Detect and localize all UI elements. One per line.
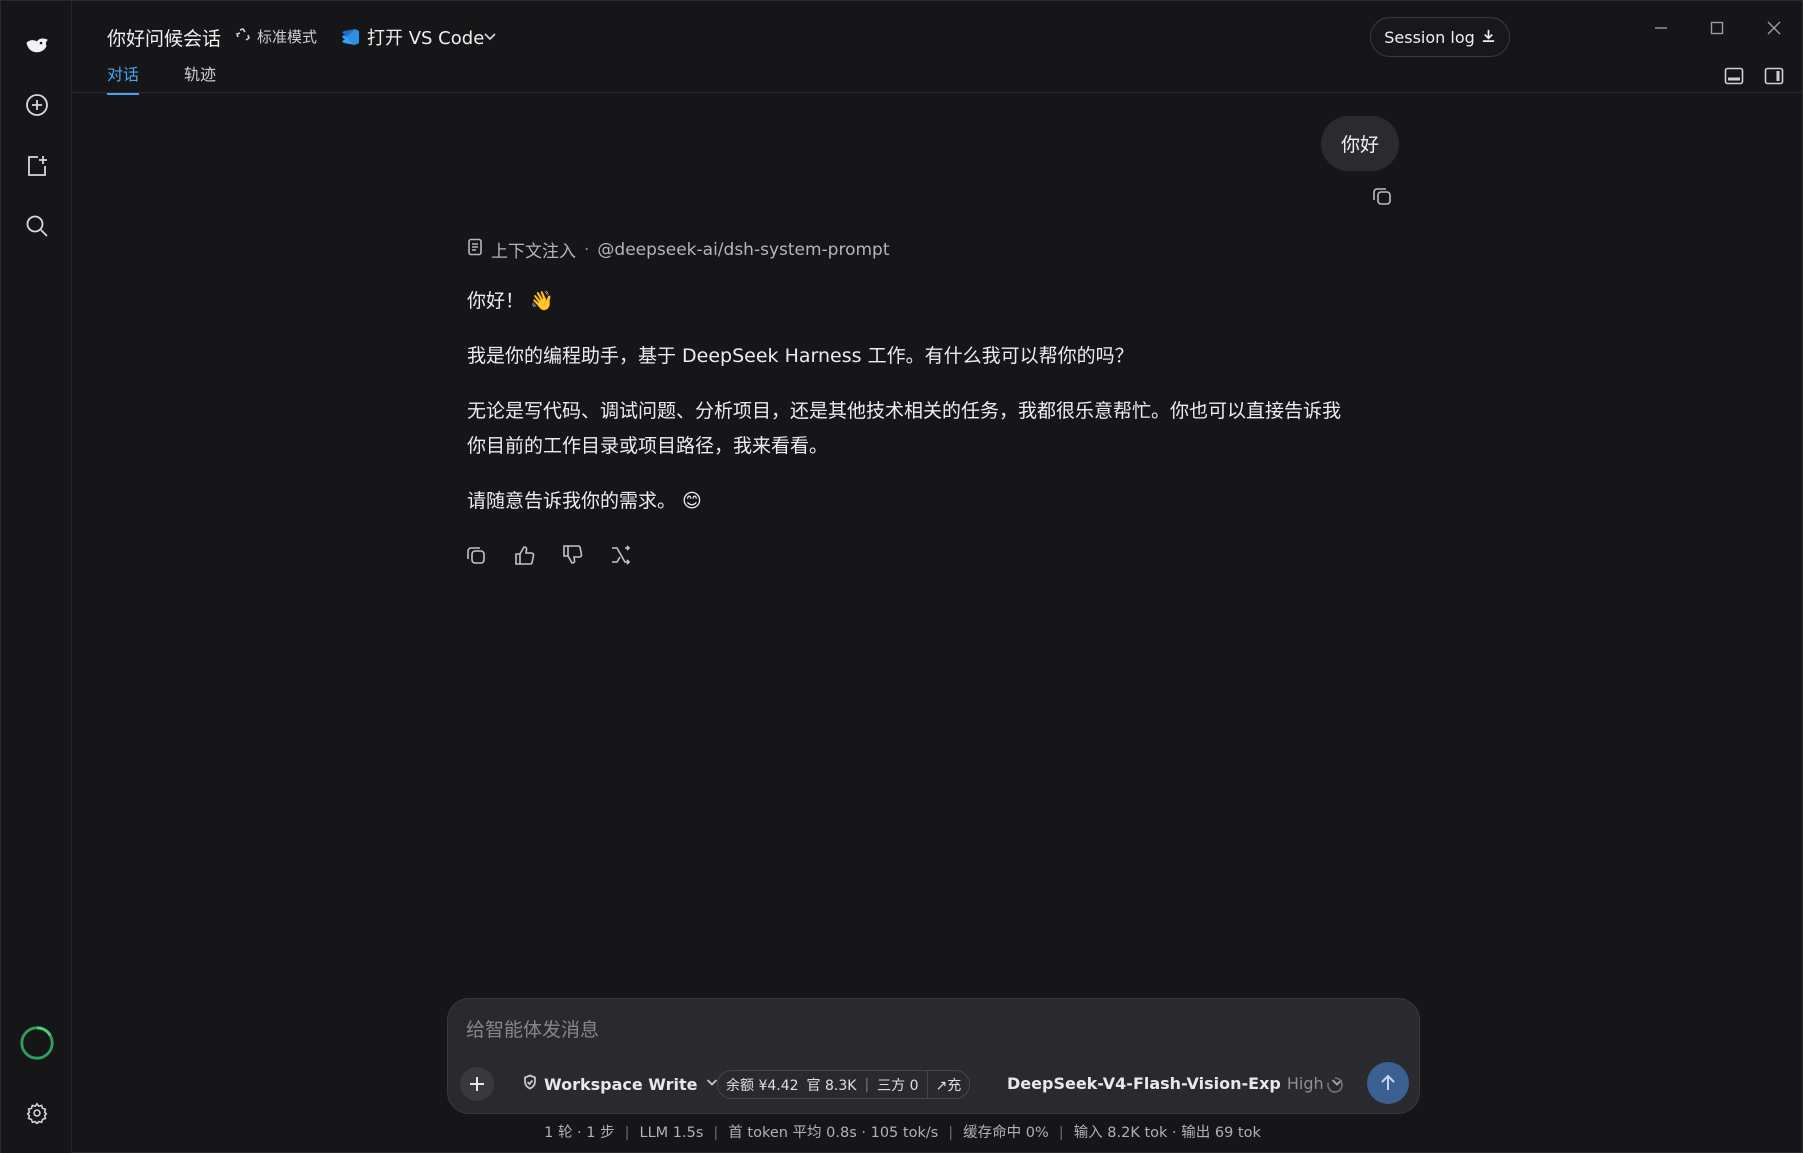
third-party-quota: 三方 0: [877, 1077, 919, 1094]
copy-icon[interactable]: [1371, 185, 1393, 207]
assistant-line: 你目前的工作目录或项目路径，我来看看。: [467, 435, 829, 457]
thumbs-down-icon[interactable]: [561, 544, 583, 566]
app-window: 你好问候会话 标准模式 打开 VS Code 对话 轨迹 Session log: [0, 0, 1803, 1153]
smile-emoji: 😊: [682, 490, 702, 512]
close-icon[interactable]: [1759, 15, 1789, 41]
recycle-icon: [235, 27, 251, 47]
assistant-line: 无论是写代码、调试问题、分析项目，还是其他技术相关的任务，我都很乐意帮忙。你也可…: [467, 400, 1342, 422]
status-io: 输入 8.2K tok · 输出 69 tok: [1073, 1125, 1261, 1141]
message-actions: [465, 544, 631, 566]
bottom-panel-icon[interactable]: [1722, 65, 1746, 87]
recharge-link[interactable]: ↗充: [926, 1071, 970, 1098]
status-llm: LLM 1.5s: [639, 1125, 704, 1141]
mode-toggle[interactable]: 标准模式: [235, 26, 317, 47]
open-vscode-button[interactable]: 打开 VS Code: [341, 24, 484, 50]
message-input[interactable]: [466, 1013, 1366, 1047]
new-chat-icon[interactable]: [17, 85, 57, 125]
arrow-up-icon: [1381, 1074, 1395, 1090]
composer: Workspace Write 余额 ¥4.42 官 8.3K | 三方 0 ↗…: [447, 998, 1420, 1114]
reasoning-level: High: [1286, 1074, 1324, 1093]
usage-ring-icon[interactable]: [17, 1023, 57, 1063]
logo-icon[interactable]: [17, 25, 57, 65]
greeting-text: 你好！: [467, 290, 525, 312]
status-turns: 1 轮 · 1 步: [544, 1125, 615, 1141]
assistant-paragraph: 无论是写代码、调试问题、分析项目，还是其他技术相关的任务，我都很乐意帮忙。你也可…: [467, 394, 1397, 464]
balance-badge[interactable]: 余额 ¥4.42 官 8.3K | 三方 0 ↗充: [717, 1070, 971, 1099]
balance-value: 余额 ¥4.42: [726, 1077, 799, 1094]
session-log-button[interactable]: Session log: [1370, 17, 1510, 57]
document-icon: [467, 238, 483, 261]
official-quota: 官 8.3K: [806, 1077, 857, 1094]
vscode-icon: [341, 27, 361, 47]
context-injection[interactable]: 上下文注入 · @deepseek-ai/dsh-system-prompt: [467, 237, 890, 262]
page-title: 你好问候会话: [107, 28, 222, 50]
search-icon[interactable]: [17, 206, 57, 246]
maximize-icon[interactable]: [1702, 15, 1732, 41]
model-name: DeepSeek-V4-Flash-Vision-Exp: [1007, 1074, 1281, 1093]
model-select[interactable]: DeepSeek-V4-Flash-Vision-Exp High: [1007, 1074, 1344, 1093]
mode-label: 标准模式: [257, 28, 318, 46]
assistant-paragraph: 请随意告诉我你的需求。 😊: [467, 484, 1397, 519]
left-rail: [1, 1, 72, 1153]
context-separator: ·: [584, 239, 590, 260]
send-button[interactable]: [1367, 1062, 1409, 1104]
header: 你好问候会话 标准模式 打开 VS Code 对话 轨迹 Session log: [73, 1, 1802, 95]
assistant-paragraph: 你好！ 👋: [467, 284, 1397, 319]
closing-text: 请随意告诉我你的需求。: [467, 490, 677, 512]
tab-trace[interactable]: 轨迹: [184, 61, 216, 93]
download-icon: [1481, 28, 1496, 47]
loading-icon: [1326, 1076, 1344, 1094]
tab-chat[interactable]: 对话: [107, 61, 140, 95]
workspace-select[interactable]: Workspace Write: [522, 1074, 720, 1094]
thumbs-up-icon[interactable]: [513, 544, 535, 566]
plus-icon: [470, 1077, 484, 1091]
copy-icon[interactable]: [465, 544, 487, 566]
context-source: @deepseek-ai/dsh-system-prompt: [597, 239, 890, 260]
workspace-label: Workspace Write: [544, 1074, 698, 1094]
vscode-label: 打开 VS Code: [367, 28, 485, 49]
new-project-icon[interactable]: [17, 146, 57, 186]
chevron-down-icon[interactable]: [481, 27, 501, 47]
wave-emoji: 👋: [530, 290, 554, 312]
status-cache: 缓存命中 0%: [963, 1125, 1049, 1141]
attach-button[interactable]: [460, 1067, 494, 1101]
assistant-paragraph: 我是你的编程助手，基于 DeepSeek Harness 工作。有什么我可以帮你…: [467, 345, 1134, 367]
user-message-bubble: 你好: [1321, 116, 1400, 171]
status-bar: 1 轮 · 1 步 | LLM 1.5s | 首 token 平均 0.8s · 105…: [544, 1125, 1261, 1141]
minimize-icon[interactable]: [1646, 15, 1676, 41]
session-log-label: Session log: [1384, 27, 1475, 47]
context-label: 上下文注入: [491, 242, 576, 262]
side-panel-icon[interactable]: [1762, 65, 1786, 87]
branch-icon[interactable]: [609, 544, 631, 566]
shield-icon: [522, 1074, 538, 1094]
status-first-token: 首 token 平均 0.8s · 105 tok/s: [728, 1125, 939, 1141]
